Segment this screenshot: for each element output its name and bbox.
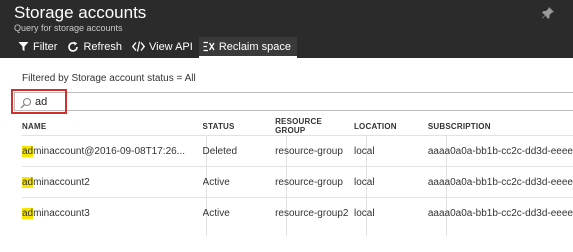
reclaim-space-label: Reclaim space (218, 40, 291, 53)
table-header-row: NAME STATUS RESOURCE GROUP LOCATION SUBS… (22, 117, 573, 136)
page-title: Storage accounts (14, 3, 147, 22)
search-match-highlight: ad (22, 176, 34, 188)
refresh-label: Refresh (83, 40, 122, 53)
reclaim-space-button[interactable]: Reclaim space (198, 37, 297, 58)
cell-subscription: aaaa0a0a-bb1b-cc2c-dd3d-eeee (427, 197, 573, 228)
cell-name: adminaccount2 (22, 166, 203, 198)
cell-subscription: aaaa0a0a-bb1b-cc2c-dd3d-eeee (427, 135, 573, 167)
cell-location: local (353, 166, 428, 198)
cell-location: local (353, 197, 428, 228)
filter-button[interactable]: Filter (14, 37, 63, 56)
cell-resource-group: resource-group2 (275, 197, 354, 228)
column-header-name[interactable]: NAME (22, 117, 203, 136)
cell-resource-group: resource-group (275, 135, 354, 167)
pin-icon[interactable] (541, 6, 555, 20)
table-row[interactable]: adminaccount@2016-09-08T17:26... Deleted… (22, 135, 573, 167)
cell-status: Deleted (202, 135, 276, 167)
storage-accounts-table: NAME STATUS RESOURCE GROUP LOCATION SUBS… (22, 117, 573, 228)
view-api-button[interactable]: View API (128, 37, 199, 56)
account-name: minaccount@2016-09-08T17:26... (33, 145, 186, 157)
blade-header: Storage accounts Query for storage accou… (0, 0, 573, 58)
search-input[interactable]: ad (14, 92, 573, 111)
column-header-status[interactable]: STATUS (203, 117, 276, 136)
reclaim-space-icon (203, 41, 215, 52)
page-subtitle: Query for storage accounts (14, 23, 123, 33)
table-row[interactable]: adminaccount2 Active resource-group loca… (22, 166, 573, 198)
code-icon (131, 41, 145, 52)
search-highlight-box (11, 89, 67, 114)
filter-status-text: Filtered by Storage account status = All (22, 73, 196, 84)
cell-name: adminaccount3 (22, 197, 203, 228)
view-api-label: View API (148, 40, 193, 53)
table-row[interactable]: adminaccount3 Active resource-group2 loc… (22, 197, 573, 228)
cell-location: local (353, 135, 428, 167)
column-header-subscription[interactable]: SUBSCRIPTION (428, 117, 573, 136)
account-name: minaccount2 (33, 176, 90, 188)
cell-status: Active (202, 197, 276, 228)
column-header-location[interactable]: LOCATION (354, 117, 428, 136)
cell-status: Active (202, 166, 276, 198)
refresh-icon (67, 41, 79, 53)
cell-name: adminaccount@2016-09-08T17:26... (22, 135, 203, 167)
account-name: minaccount3 (33, 207, 90, 219)
column-header-resource-group[interactable]: RESOURCE GROUP (275, 117, 354, 136)
cell-subscription: aaaa0a0a-bb1b-cc2c-dd3d-eeee (427, 166, 573, 198)
cell-resource-group: resource-group (275, 166, 354, 198)
command-bar: Filter Refresh View API Reclaim space (14, 37, 297, 58)
filter-icon (18, 41, 29, 52)
filter-label: Filter (33, 40, 58, 53)
refresh-button[interactable]: Refresh (63, 37, 128, 56)
search-match-highlight: ad (22, 207, 34, 219)
search-match-highlight: ad (22, 145, 34, 157)
